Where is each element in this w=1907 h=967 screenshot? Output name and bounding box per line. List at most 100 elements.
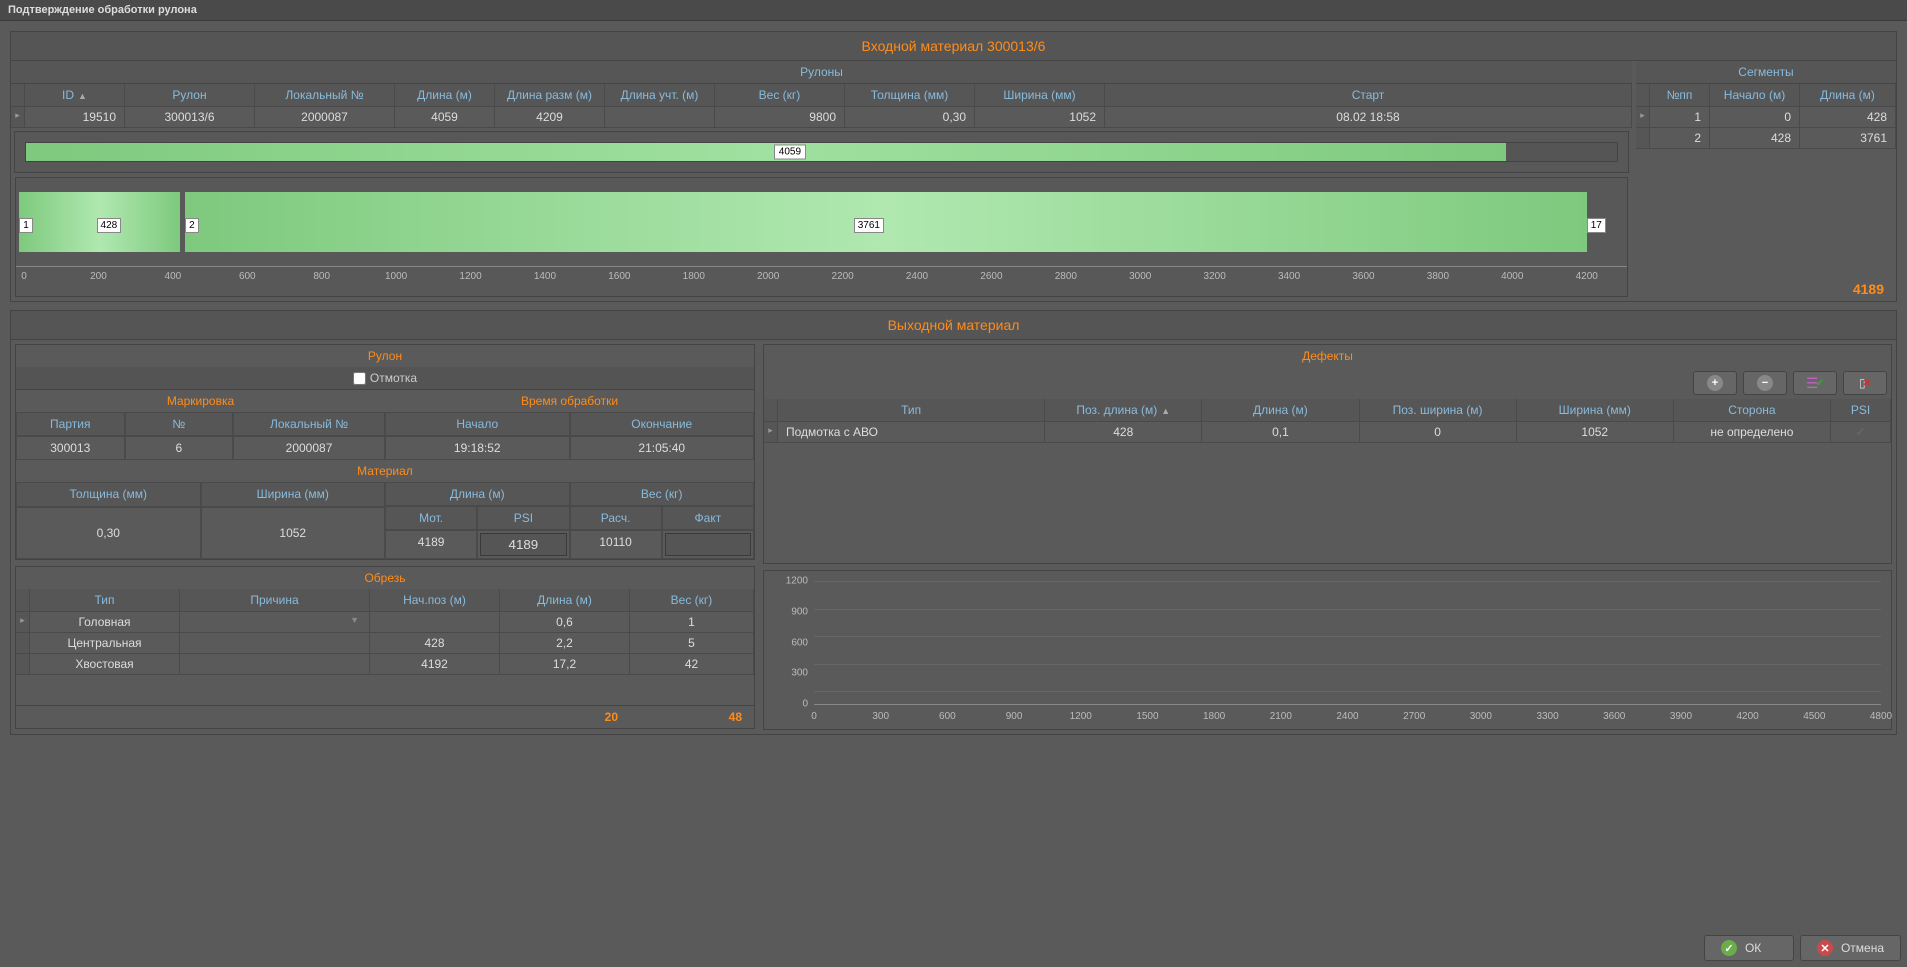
n-value: 6: [125, 436, 234, 460]
end-label: Окончание: [570, 412, 755, 436]
start-label: Начало: [385, 412, 570, 436]
scrap-type[interactable]: Центральная: [30, 633, 180, 654]
cancel-button[interactable]: ✕ Отмена: [1800, 935, 1901, 961]
scrap-pos[interactable]: 4192: [370, 654, 500, 675]
scrap-total-length: 20: [500, 706, 630, 728]
seg-col-start[interactable]: Начало (м): [1710, 84, 1800, 107]
scrap-pos[interactable]: 428: [370, 633, 500, 654]
output-title: Выходной материал: [11, 311, 1896, 340]
add-defect-button[interactable]: +: [1693, 371, 1737, 395]
cell-id[interactable]: 19510: [25, 107, 125, 128]
material-title: Материал: [16, 460, 754, 482]
cell-weight[interactable]: 9800: [715, 107, 845, 128]
segments-grid: №пп Начало (м) Длина (м) ▸ 1 0 428 2 428…: [1636, 84, 1896, 149]
weight-label: Вес (кг): [570, 482, 755, 506]
scrap-col-pos[interactable]: Нач.поз (м): [370, 589, 500, 612]
defects-title: Дефекты: [764, 345, 1891, 367]
scrap-length[interactable]: 2,2: [500, 633, 630, 654]
close-icon: ✕: [1817, 940, 1833, 956]
ok-button[interactable]: ✓ ОК: [1704, 935, 1794, 961]
scrap-reason-dropdown[interactable]: ▼: [180, 612, 370, 633]
defects-grid: Тип Поз. длина (м)▲ Длина (м) Поз. ширин…: [764, 399, 1891, 443]
scrap-col-reason[interactable]: Причина: [180, 589, 370, 612]
cell-thickness[interactable]: 0,30: [845, 107, 975, 128]
def-side[interactable]: не определено: [1674, 422, 1831, 443]
otmotka-label: Отмотка: [370, 371, 417, 385]
seg-start[interactable]: 428: [1710, 128, 1800, 149]
scrap-pos[interactable]: [370, 612, 500, 633]
fact-label: Факт: [662, 506, 754, 530]
col-length-ucht[interactable]: Длина учт. (м): [605, 84, 715, 107]
scrap-col-length[interactable]: Длина (м): [500, 589, 630, 612]
scrap-length[interactable]: 17,2: [500, 654, 630, 675]
cell-length[interactable]: 4059: [395, 107, 495, 128]
def-col-poslen[interactable]: Поз. длина (м)▲: [1045, 399, 1202, 422]
input-material-title: Входной материал 300013/6: [11, 32, 1896, 61]
psi-input[interactable]: [480, 533, 566, 556]
scrap-reason[interactable]: [180, 654, 370, 675]
thickness-value: 0,30: [16, 507, 201, 560]
remove-defect-button[interactable]: −: [1743, 371, 1787, 395]
fact-input[interactable]: [665, 533, 751, 556]
otmotka-checkbox[interactable]: [353, 372, 366, 385]
def-length[interactable]: 0,1: [1202, 422, 1359, 443]
scrap-length[interactable]: 0,6: [500, 612, 630, 633]
def-col-poswidth[interactable]: Поз. ширина (м): [1360, 399, 1517, 422]
col-width[interactable]: Ширина (мм): [975, 84, 1105, 107]
seg-start[interactable]: 0: [1710, 107, 1800, 128]
def-col-type[interactable]: Тип: [778, 399, 1045, 422]
seg-col-n[interactable]: №пп: [1650, 84, 1710, 107]
seg-col-length[interactable]: Длина (м): [1800, 84, 1896, 107]
scrap-col-weight[interactable]: Вес (кг): [630, 589, 754, 612]
rolls-section: Рулоны ID▲ Рулон Локальный № Длина (м) Д…: [11, 61, 1632, 301]
seg-length[interactable]: 3761: [1800, 128, 1896, 149]
cell-length-ucht[interactable]: [605, 107, 715, 128]
scrap-reason[interactable]: [180, 633, 370, 654]
def-psi-check[interactable]: ✓: [1831, 422, 1891, 443]
scrap-weight[interactable]: 42: [630, 654, 754, 675]
rolls-title: Рулоны: [11, 61, 1632, 84]
col-length-razm[interactable]: Длина разм (м): [495, 84, 605, 107]
scrap-grid: Тип Причина Нач.поз (м) Длина (м) Вес (к…: [16, 589, 754, 675]
seg-n[interactable]: 2: [1650, 128, 1710, 149]
col-weight[interactable]: Вес (кг): [715, 84, 845, 107]
footer: ✓ ОК ✕ Отмена: [0, 929, 1907, 967]
col-local[interactable]: Локальный №: [255, 84, 395, 107]
col-thickness[interactable]: Толщина (мм): [845, 84, 975, 107]
def-col-psi[interactable]: PSI: [1831, 399, 1891, 422]
def-col-length[interactable]: Длина (м): [1202, 399, 1359, 422]
defect-chart: 12009006003000 0300600900120015001800210…: [763, 570, 1892, 730]
def-type[interactable]: Подмотка с АВО: [778, 422, 1045, 443]
col-roll[interactable]: Рулон: [125, 84, 255, 107]
col-length[interactable]: Длина (м): [395, 84, 495, 107]
scrap-weight[interactable]: 1: [630, 612, 754, 633]
scrap-title: Обрезь: [16, 567, 754, 589]
cell-start[interactable]: 08.02 18:58: [1105, 107, 1632, 128]
scrap-col-type[interactable]: Тип: [30, 589, 180, 612]
thickness-label: Толщина (мм): [16, 482, 201, 507]
col-id[interactable]: ID▲: [25, 84, 125, 107]
seg-n[interactable]: 1: [1650, 107, 1710, 128]
cell-length-razm[interactable]: 4209: [495, 107, 605, 128]
scrap-type[interactable]: Хвостовая: [30, 654, 180, 675]
def-col-side[interactable]: Сторона: [1674, 399, 1831, 422]
otmotka-row: Отмотка: [16, 367, 754, 390]
width-value: 1052: [201, 507, 386, 560]
scrap-type[interactable]: Головная: [30, 612, 180, 633]
defects-panel: Дефекты + − ☰✔ ▯✖ Тип Поз. длина (м)▲ Дл…: [763, 344, 1892, 564]
seg-length[interactable]: 428: [1800, 107, 1896, 128]
col-start[interactable]: Старт: [1105, 84, 1632, 107]
save-defect-button[interactable]: ☰✔: [1793, 371, 1837, 395]
delete-defect-button[interactable]: ▯✖: [1843, 371, 1887, 395]
def-poswidth[interactable]: 0: [1360, 422, 1517, 443]
def-poslen[interactable]: 428: [1045, 422, 1202, 443]
cell-roll[interactable]: 300013/6: [125, 107, 255, 128]
cell-local[interactable]: 2000087: [255, 107, 395, 128]
segment-chart: 14282376117 0200400600800100012001400160…: [15, 177, 1628, 297]
row-indicator: ▸: [1636, 107, 1650, 128]
def-col-width[interactable]: Ширина (мм): [1517, 399, 1674, 422]
length-label: Длина (м): [385, 482, 570, 506]
def-width[interactable]: 1052: [1517, 422, 1674, 443]
scrap-weight[interactable]: 5: [630, 633, 754, 654]
cell-width[interactable]: 1052: [975, 107, 1105, 128]
